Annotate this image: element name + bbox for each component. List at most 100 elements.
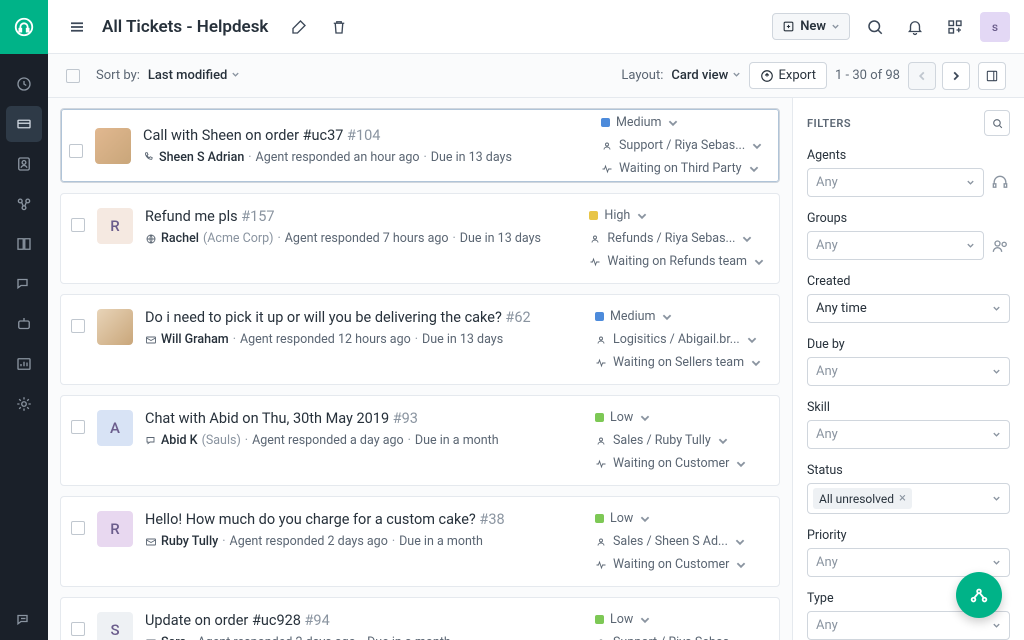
ticket-id: #157 — [241, 208, 274, 225]
ticket-card[interactable]: R Refund me pls #157 Rachel (Acme Corp) … — [60, 193, 780, 284]
filters-title: FILTERS — [807, 117, 851, 130]
ticket-card[interactable]: Call with Sheen on order #uc37 #104 Shee… — [60, 108, 780, 183]
ticket-meta: Sheen S Adrian ·Agent responded an hour … — [143, 150, 589, 165]
ticket-card[interactable]: Do i need to pick it up or will you be d… — [60, 294, 780, 385]
notifications-icon[interactable] — [900, 12, 930, 42]
people-icon[interactable] — [990, 236, 1010, 256]
ticket-card[interactable]: R Hello! How much do you charge for a cu… — [60, 496, 780, 587]
freshchat-fab[interactable] — [956, 572, 1002, 618]
nav-dashboard[interactable] — [6, 66, 42, 102]
ticket-id: #38 — [479, 511, 504, 528]
filter-created-select[interactable]: Any time — [807, 294, 1010, 323]
filter-dueby-label: Due by — [807, 337, 1010, 352]
group-select[interactable]: Sales / Ruby Tully — [595, 433, 765, 448]
ticket-meta: Ruby Tully ·Agent responded 2 days ago·D… — [145, 534, 583, 549]
new-button[interactable]: New — [772, 13, 850, 40]
chat-icon — [145, 435, 157, 447]
ticket-checkbox[interactable] — [69, 144, 83, 158]
person-icon — [601, 140, 613, 152]
new-button-label: New — [800, 19, 826, 34]
priority-select[interactable]: Medium — [595, 309, 765, 324]
group-select[interactable]: Sales / Sheen S Ad... — [595, 534, 765, 549]
nav-social[interactable] — [6, 186, 42, 222]
sort-value[interactable]: Last modified — [148, 68, 240, 83]
nav-help[interactable] — [6, 602, 42, 638]
person-icon — [595, 435, 607, 447]
ticket-checkbox[interactable] — [71, 218, 85, 232]
filter-agents-select[interactable]: Any — [807, 168, 984, 197]
person-icon — [595, 536, 607, 548]
filter-status-select[interactable]: All unresolved× — [807, 483, 1010, 514]
ticket-checkbox[interactable] — [71, 622, 85, 636]
ticket-id: #93 — [393, 410, 418, 427]
status-select[interactable]: Waiting on Refunds team — [589, 254, 765, 269]
priority-select[interactable]: Medium — [601, 115, 771, 130]
filter-search-icon[interactable] — [984, 110, 1010, 136]
activity-icon — [595, 458, 607, 470]
priority-select[interactable]: Low — [595, 511, 765, 526]
status-tag: All unresolved× — [813, 488, 912, 509]
mail-icon — [145, 334, 157, 346]
apps-icon[interactable] — [940, 12, 970, 42]
menu-icon[interactable] — [62, 12, 92, 42]
nav-admin[interactable] — [6, 386, 42, 422]
filter-groups-label: Groups — [807, 211, 1010, 226]
filter-skill-select[interactable]: Any — [807, 420, 1010, 449]
status-select[interactable]: Waiting on Customer — [595, 456, 765, 471]
headset-icon[interactable] — [990, 173, 1010, 193]
search-icon[interactable] — [860, 12, 890, 42]
group-select[interactable]: Support / Riya Sebas... — [601, 138, 771, 153]
priority-select[interactable]: Low — [595, 410, 765, 425]
filter-dueby-select[interactable]: Any — [807, 357, 1010, 386]
select-all-checkbox[interactable] — [66, 69, 80, 83]
nav-rail — [0, 0, 48, 640]
person-icon — [589, 233, 601, 245]
toggle-filters-icon[interactable] — [978, 62, 1006, 90]
filter-groups-select[interactable]: Any — [807, 231, 984, 260]
priority-select[interactable]: Low — [595, 612, 765, 627]
user-avatar[interactable]: s — [980, 12, 1010, 42]
edit-icon[interactable] — [284, 12, 314, 42]
ticket-checkbox[interactable] — [71, 420, 85, 434]
ticket-card[interactable]: S Update on order #uc928 #94 Sara ·Agent… — [60, 597, 780, 640]
delete-icon[interactable] — [324, 12, 354, 42]
group-select[interactable]: Logisitics / Abigail.br... — [595, 332, 765, 347]
ticket-checkbox[interactable] — [71, 319, 85, 333]
priority-select[interactable]: High — [589, 208, 765, 223]
contact-avatar: A — [97, 410, 133, 446]
ticket-id: #62 — [505, 309, 530, 326]
activity-icon — [595, 357, 607, 369]
group-select[interactable]: Support / Riya Sebas... — [595, 635, 765, 640]
person-icon — [595, 334, 607, 346]
nav-contacts[interactable] — [6, 146, 42, 182]
layout-value[interactable]: Card view — [671, 68, 740, 83]
nav-analytics[interactable] — [6, 346, 42, 382]
ticket-subject: Do i need to pick it up or will you be d… — [145, 309, 583, 326]
filter-agents-label: Agents — [807, 148, 1010, 163]
pager-next[interactable] — [942, 62, 970, 90]
sort-label: Sort by: — [96, 68, 140, 83]
remove-tag-icon[interactable]: × — [899, 491, 906, 506]
contact-avatar: S — [97, 612, 133, 640]
nav-forums[interactable] — [6, 266, 42, 302]
nav-tickets[interactable] — [6, 106, 42, 142]
topbar: All Tickets - Helpdesk New s — [48, 0, 1024, 54]
export-button[interactable]: Export — [749, 62, 828, 89]
ticket-card[interactable]: A Chat with Abid on Thu, 30th May 2019 #… — [60, 395, 780, 486]
pager-prev[interactable] — [908, 62, 936, 90]
nav-solutions[interactable] — [6, 226, 42, 262]
group-select[interactable]: Refunds / Riya Sebas... — [589, 231, 765, 246]
ticket-subject: Hello! How much do you charge for a cust… — [145, 511, 583, 528]
status-select[interactable]: Waiting on Customer — [595, 557, 765, 572]
ticket-list: Call with Sheen on order #uc37 #104 Shee… — [48, 98, 792, 640]
layout-label: Layout: — [621, 68, 663, 83]
ticket-meta: Rachel (Acme Corp) ·Agent responded 7 ho… — [145, 231, 577, 246]
status-select[interactable]: Waiting on Third Party — [601, 161, 771, 176]
nav-bot[interactable] — [6, 306, 42, 342]
app-logo[interactable] — [0, 0, 48, 54]
ticket-meta: Will Graham ·Agent responded 12 hours ag… — [145, 332, 583, 347]
web-icon — [145, 233, 157, 245]
status-select[interactable]: Waiting on Sellers team — [595, 355, 765, 370]
ticket-checkbox[interactable] — [71, 521, 85, 535]
phone-icon — [143, 151, 155, 163]
